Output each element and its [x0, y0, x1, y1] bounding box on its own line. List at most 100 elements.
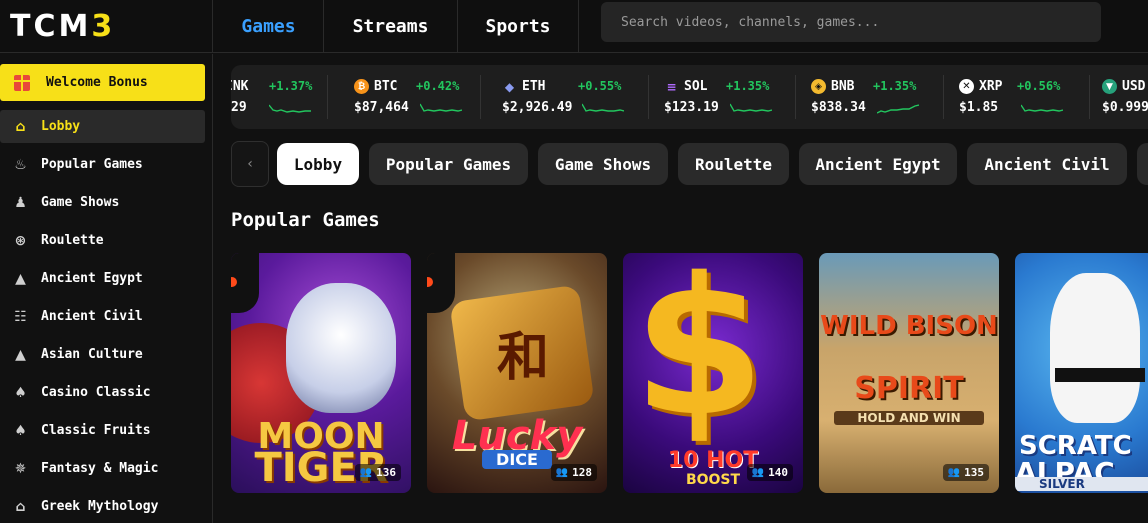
sidebar-item-game-shows[interactable]: ♟ Game Shows — [0, 186, 205, 219]
sidebar-item-greek-mythology[interactable]: ⌂ Greek Mythology — [0, 490, 205, 523]
ticker-divider — [648, 75, 649, 119]
tiger-illustration — [286, 283, 396, 413]
solana-icon: ≡ — [666, 79, 677, 94]
sparkle-icon: ✵ — [14, 460, 27, 477]
sparkline-icon — [730, 103, 772, 112]
live-tag — [427, 253, 455, 313]
alpaca-illustration — [1050, 273, 1140, 423]
sidebar-item-ancient-egypt[interactable]: ▲ Ancient Egypt — [0, 262, 205, 295]
ticker-divider — [795, 75, 796, 119]
logo-letter-c: C — [33, 9, 57, 44]
ticker-price: $123.19 — [664, 100, 719, 115]
pagoda-icon: ▲ — [15, 346, 26, 363]
game-title-bottom: HOLD AND WIN — [834, 411, 984, 425]
ticker-change: +1.35% — [726, 79, 770, 93]
live-indicator-icon — [231, 277, 237, 287]
game-card-scratch-alpaca-silver[interactable]: SCRATC ALPAC SILVER — [1015, 253, 1148, 493]
category-pill-popular-games[interactable]: Popular Games — [369, 143, 528, 185]
ticker-change: +0.42% — [416, 79, 460, 93]
sidebar-item-label: Ancient Civil — [41, 309, 143, 324]
sidebar-item-fantasy-magic[interactable]: ✵ Fantasy & Magic — [0, 452, 205, 485]
live-tag — [231, 253, 259, 313]
ticker-item-ink[interactable]: INK +1.37% 29 — [231, 65, 341, 129]
sidebar-item-casino-classic[interactable]: ♠ Casino Classic — [0, 376, 205, 409]
main-nav: Games Streams Sports — [214, 0, 579, 53]
player-count-value: 128 — [572, 466, 592, 479]
ticker-item-xrp[interactable]: ✕ XRP +0.56% $1.85 — [959, 65, 1099, 129]
player-count: 👥 140 — [746, 464, 793, 481]
player-count: 👥 135 — [942, 464, 989, 481]
home-icon: ⌂ — [15, 118, 26, 135]
player-count-value: 140 — [768, 466, 788, 479]
joystick-icon: ♟ — [14, 194, 27, 211]
ticker-price: $0.9998 — [1102, 100, 1148, 115]
sidebar-item-label: Popular Games — [41, 157, 143, 172]
ticker-symbol: USD — [1122, 79, 1146, 94]
welcome-bonus-button[interactable]: Welcome Bonus — [0, 64, 205, 101]
category-pill-lobby[interactable]: Lobby — [277, 143, 359, 185]
site-logo[interactable]: T C M 3 — [0, 0, 213, 53]
player-count: 👥 136 — [354, 464, 401, 481]
users-icon: 👥 — [555, 467, 569, 478]
sidebar: Welcome Bonus ⌂ Lobby ♨ Popular Games ♟ … — [0, 54, 213, 523]
bitcoin-icon: ₿ — [354, 79, 369, 94]
ticker-divider — [480, 75, 481, 119]
tab-sports[interactable]: Sports — [458, 0, 579, 53]
game-title-top: WILD BISON — [820, 311, 998, 341]
sparkline-icon — [269, 104, 311, 113]
sidebar-item-label: Classic Fruits — [41, 423, 151, 438]
sidebar-item-popular-games[interactable]: ♨ Popular Games — [0, 148, 205, 181]
sidebar-item-classic-fruits[interactable]: ♠ Classic Fruits — [0, 414, 205, 447]
ethereum-icon: ◆ — [504, 79, 515, 94]
sidebar-item-ancient-civil[interactable]: ☷ Ancient Civil — [0, 300, 205, 333]
ticker-price: $87,464 — [354, 100, 409, 115]
category-pill-roulette[interactable]: Roulette — [678, 143, 789, 185]
sparkline-icon — [1021, 104, 1063, 112]
category-pill-ancient-egypt[interactable]: Ancient Egypt — [799, 143, 957, 185]
ticker-item-btc[interactable]: ₿ BTC +0.42% $87,464 — [354, 65, 494, 129]
ticker-symbol: ETH — [522, 79, 546, 94]
category-scroll-left-button[interactable]: ‹ — [231, 141, 269, 187]
scroll-icon: ☷ — [14, 308, 27, 325]
player-count-value: 135 — [964, 466, 984, 479]
chevron-left-icon: ‹ — [247, 156, 253, 172]
sidebar-item-label: Ancient Egypt — [41, 271, 143, 286]
sparkline-icon — [582, 103, 624, 112]
ticker-item-bnb[interactable]: ◈ BNB +1.35% $838.34 — [811, 65, 951, 129]
category-pill-next[interactable] — [1137, 143, 1148, 185]
dollar-sign-illustration: $ — [633, 253, 766, 458]
ticker-symbol: BNB — [831, 79, 855, 94]
dice-glyph-icon: 和 — [497, 327, 550, 388]
pyramid-icon: ▲ — [15, 270, 26, 287]
category-pill-ancient-civil[interactable]: Ancient Civil — [967, 143, 1127, 185]
sidebar-item-asian-culture[interactable]: ▲ Asian Culture — [0, 338, 205, 371]
ticker-item-sol[interactable]: ≡ SOL +1.35% $123.19 — [664, 65, 804, 129]
logo-letter-m: M — [58, 9, 90, 44]
gift-icon — [14, 74, 30, 91]
game-card-moon-tiger[interactable]: MOON TIGER 👥 136 — [231, 253, 411, 493]
sparkline-icon — [420, 103, 462, 112]
ticker-symbol: SOL — [684, 79, 708, 94]
sidebar-item-label: Casino Classic — [41, 385, 151, 400]
xrp-icon: ✕ — [959, 79, 974, 94]
ticker-item-usd[interactable]: ▼ USD $0.9998 — [1102, 65, 1148, 129]
ticker-item-eth[interactable]: ◆ ETH +0.55% $2,926.49 — [502, 65, 652, 129]
game-card-lucky-dice[interactable]: 和 Lucky DICE 👥 128 — [427, 253, 607, 493]
ticker-symbol: BTC — [374, 79, 398, 94]
player-count-value: 136 — [376, 466, 396, 479]
tab-streams[interactable]: Streams — [324, 0, 458, 53]
game-title-bottom: DICE — [482, 450, 552, 469]
game-title-bottom: SILVER — [1015, 477, 1148, 491]
category-pill-game-shows[interactable]: Game Shows — [538, 143, 668, 185]
sidebar-item-roulette[interactable]: ⊛ Roulette — [0, 224, 205, 257]
ticker-symbol: INK — [231, 79, 249, 94]
ticker-price: $838.34 — [811, 100, 866, 115]
users-icon: 👥 — [947, 467, 961, 478]
sidebar-item-lobby[interactable]: ⌂ Lobby — [0, 110, 205, 143]
game-card-wild-bison-spirit[interactable]: WILD BISON SPIRIT HOLD AND WIN 👥 135 — [819, 253, 999, 493]
roulette-icon: ⊛ — [14, 232, 27, 249]
search-input[interactable] — [601, 2, 1101, 42]
sidebar-item-label: Roulette — [41, 233, 104, 248]
game-card-10-hot-wilds[interactable]: $ 10 HOT BOOST 👥 140 — [623, 253, 803, 493]
tab-games[interactable]: Games — [214, 0, 324, 53]
